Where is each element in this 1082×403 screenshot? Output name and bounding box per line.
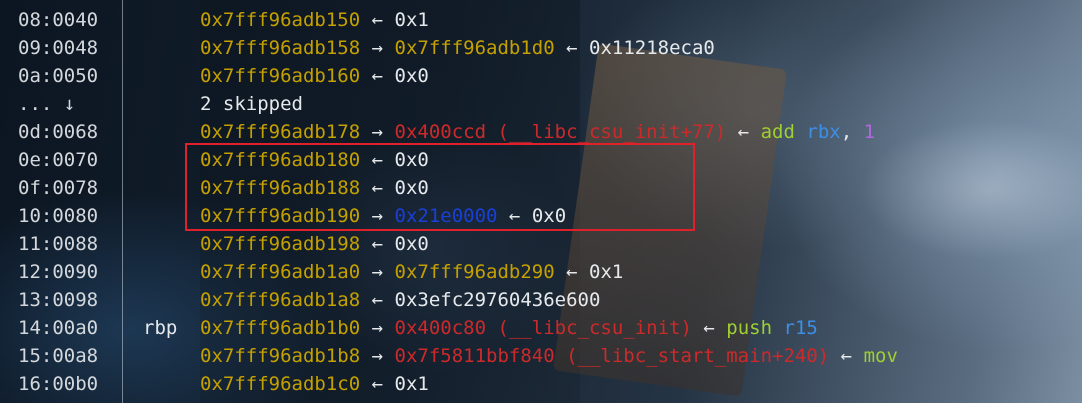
stack-offset: 08:0040	[18, 9, 99, 31]
stack-entry: 0x7fff96adb158 → 0x7fff96adb1d0 ← 0x1121…	[200, 34, 715, 62]
pointed-value: 0x1	[394, 373, 429, 395]
pointed-value: 0x7fff96adb1d0	[394, 37, 555, 59]
stack-entry: 2 skipped	[200, 90, 303, 118]
pointed-value: 0x0	[394, 65, 429, 87]
pointer-arrow: ←	[371, 65, 384, 87]
offset-gutter-divider	[122, 0, 123, 403]
deref-arrow: ←	[566, 261, 578, 283]
stack-address: 0x7fff96adb198	[200, 233, 361, 255]
stack-offset: ... ↓	[18, 93, 76, 115]
instruction-mnemonic: mov	[863, 345, 898, 367]
stack-address: 0x7fff96adb1c0	[200, 373, 361, 395]
wallpaper-glow	[860, 120, 1082, 260]
stack-address: 0x7fff96adb150	[200, 9, 361, 31]
operand-separator: ,	[840, 121, 853, 143]
pointed-value: 0x1	[394, 9, 429, 31]
stack-offset: 15:00a8	[18, 345, 99, 367]
pointer-arrow: →	[371, 261, 384, 283]
stack-offset: 09:0048	[18, 37, 99, 59]
pointed-value: 0x7fff96adb290	[394, 261, 555, 283]
stack-offset: 0e:0070	[18, 149, 99, 171]
stack-entry: 0x7fff96adb1b8 → 0x7f5811bbf840 (__libc_…	[200, 342, 898, 370]
pointer-arrow: ←	[371, 233, 384, 255]
highlight-annotation-box	[185, 143, 695, 231]
stack-entry: 0x7fff96adb1a0 → 0x7fff96adb290 ← 0x1	[200, 258, 623, 286]
pointer-arrow: ←	[371, 373, 384, 395]
stack-offset: 11:0088	[18, 233, 99, 255]
pointer-arrow: →	[371, 317, 384, 339]
deref-value: 0x11218eca0	[589, 37, 715, 59]
pointed-value: 0x7f5811bbf840 (__libc_start_main+240)	[394, 345, 830, 367]
stack-address: 0x7fff96adb160	[200, 65, 361, 87]
stack-offset: 0d:0068	[18, 121, 99, 143]
deref-arrow: ←	[703, 317, 715, 339]
stack-address: 0x7fff96adb178	[200, 121, 361, 143]
stack-address: 0x7fff96adb1b0	[200, 317, 361, 339]
pointer-arrow: ←	[371, 9, 384, 31]
stack-entry: 0x7fff96adb1b0 → 0x400c80 (__libc_csu_in…	[200, 314, 818, 342]
stack-address: 0x7fff96adb158	[200, 37, 361, 59]
deref-arrow: ←	[566, 37, 578, 59]
stack-entry: 0x7fff96adb160 ← 0x0	[200, 62, 429, 90]
pointed-value: 0x400c80 (__libc_csu_init)	[394, 317, 692, 339]
stack-offset: 16:00b0	[18, 373, 99, 395]
pointed-value: 0x3efc29760436e600	[394, 289, 601, 311]
instruction-operand-register: rbx	[806, 121, 841, 143]
pointer-arrow: →	[371, 121, 384, 143]
stack-offset: 0a:0050	[18, 65, 99, 87]
skipped-count: 2 skipped	[200, 93, 303, 115]
instruction-mnemonic: add	[760, 121, 795, 143]
pointer-arrow: ←	[371, 289, 384, 311]
pointed-value: 0x400ccd (__libc_csu_init+77)	[394, 121, 727, 143]
stack-entry: 0x7fff96adb1a8 ← 0x3efc29760436e600	[200, 286, 600, 314]
instruction-operand-register: r15	[783, 317, 818, 339]
stack-entry: 0x7fff96adb198 ← 0x0	[200, 230, 429, 258]
pointed-value: 0x0	[394, 233, 429, 255]
stack-entry: 0x7fff96adb1c0 ← 0x1	[200, 370, 429, 398]
instruction-operand-immediate: 1	[863, 121, 876, 143]
stack-address: 0x7fff96adb1a8	[200, 289, 361, 311]
stack-offset: 10:0080	[18, 205, 99, 227]
deref-arrow: ←	[737, 121, 750, 143]
deref-value: 0x1	[589, 261, 624, 283]
stack-entry: 0x7fff96adb150 ← 0x1	[200, 6, 429, 34]
stack-offset: 14:00a0	[18, 317, 99, 339]
pointer-arrow: →	[371, 345, 384, 367]
instruction-mnemonic: push	[726, 317, 773, 339]
terminal-window[interactable]: 08:0040 0x7fff96adb150 ← 0x1 09:0048 0x7fff…	[0, 0, 1082, 403]
stack-address: 0x7fff96adb1b8	[200, 345, 361, 367]
stack-offset: 13:0098	[18, 289, 99, 311]
stack-entry: 0x7fff96adb178 → 0x400ccd (__libc_csu_in…	[200, 118, 875, 146]
register-label: rbp	[143, 317, 178, 339]
stack-address: 0x7fff96adb1a0	[200, 261, 361, 283]
deref-arrow: ←	[840, 345, 853, 367]
pointer-arrow: →	[371, 37, 384, 59]
stack-offset: 0f:0078	[18, 177, 99, 199]
stack-offset: 12:0090	[18, 261, 99, 283]
